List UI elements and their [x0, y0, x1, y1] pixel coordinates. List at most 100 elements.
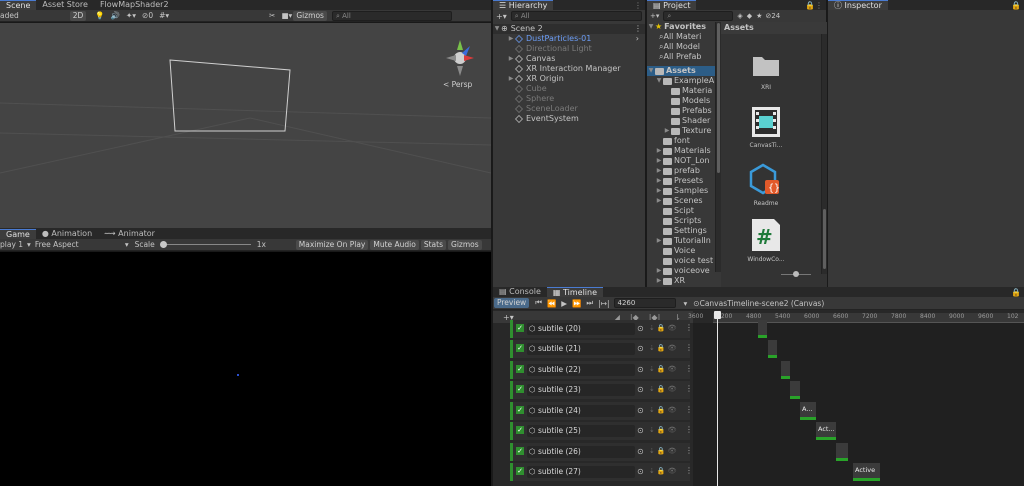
expand-arrow-icon[interactable]: ▶ [655, 186, 663, 196]
asset-windowcontrol[interactable]: # WindowCo... [743, 218, 789, 263]
2d-toggle[interactable]: 2D [69, 10, 87, 21]
activation-clip[interactable] [768, 340, 777, 358]
activation-clip[interactable] [836, 443, 848, 461]
project-folder[interactable]: ▶ TutorialIn [647, 236, 715, 246]
track-menu-icon[interactable]: ⋮ [685, 446, 693, 455]
activation-clip[interactable]: A... [800, 402, 816, 420]
project-folder[interactable]: ▶ voiceove [647, 266, 715, 276]
track-enabled-checkbox[interactable]: ✓ [516, 385, 524, 393]
tab-flowmapshader2[interactable]: FlowMapShader2 [94, 0, 175, 10]
favorites-header[interactable]: ▼ ★ Favorites [647, 22, 715, 32]
track-binding-field[interactable]: ⬡ subtile (22) [527, 364, 635, 376]
target-picker-icon[interactable]: ⊙ [637, 344, 644, 353]
game-gizmos-button[interactable]: Gizmos [448, 239, 482, 250]
aspect-dropdown[interactable]: Free Aspect [35, 240, 125, 249]
shading-mode-dropdown[interactable]: aded [0, 11, 19, 20]
expand-arrow-icon[interactable]: ▶ [655, 176, 663, 186]
track-menu-icon[interactable]: ⋮ [685, 343, 693, 352]
track-enabled-checkbox[interactable]: ✓ [516, 324, 524, 332]
timeline-chevron-icon[interactable]: ▾ [684, 299, 688, 308]
track-menu-icon[interactable]: ⋮ [685, 384, 693, 393]
project-folder[interactable]: ▶ Presets [647, 176, 715, 186]
track-enabled-checkbox[interactable]: ✓ [516, 406, 524, 414]
audio-icon[interactable]: 🔊 [111, 11, 120, 20]
scene-expand-arrow-icon[interactable]: ▼ [493, 24, 501, 34]
next-frame-icon[interactable]: ⏩ [572, 299, 581, 308]
track-lock-mute-icons[interactable]: ⇣🔒👁 [649, 467, 678, 475]
project-search-input[interactable]: ⌕ [663, 11, 734, 21]
hierarchy-item[interactable]: ▶ DustParticles-01 › [507, 34, 645, 44]
activation-clip[interactable] [781, 361, 790, 379]
project-tree-scroll-thumb[interactable] [717, 23, 720, 173]
project-folder[interactable]: Prefabs [647, 106, 715, 116]
hierarchy-item[interactable]: XR Interaction Manager [507, 64, 645, 74]
tab-scene[interactable]: Scene [0, 0, 37, 10]
timeline-lock-icon[interactable]: 🔒 [1011, 288, 1024, 297]
preview-button[interactable]: Preview [494, 298, 530, 308]
track-enabled-checkbox[interactable]: ✓ [516, 365, 524, 373]
hierarchy-menu-icon[interactable]: ⋮ [634, 1, 645, 10]
track-binding-field[interactable]: ⬡ subtile (23) [527, 384, 635, 396]
track-menu-icon[interactable]: ⋮ [685, 466, 693, 475]
project-folder[interactable]: ▶ NOT_Lon [647, 156, 715, 166]
track-binding-field[interactable]: ⬡ subtile (25) [527, 425, 635, 437]
project-folder[interactable]: ▼ ExampleA [647, 76, 715, 86]
track-menu-icon[interactable]: ⋮ [685, 405, 693, 414]
project-folder[interactable]: ▶ Materials [647, 146, 715, 156]
playhead-handle[interactable] [714, 311, 721, 319]
asset-readme[interactable]: {} Readme [746, 162, 786, 207]
project-folder[interactable]: Voice [647, 246, 715, 256]
effects-icon[interactable]: ✦▾ [126, 11, 136, 20]
scene-search-input[interactable]: ⌕ All [331, 10, 452, 21]
timeline-track[interactable]: ✓ ⬡ subtile (27) ⊙ ⇣🔒👁 ⋮ [510, 463, 693, 481]
target-picker-icon[interactable]: ⊙ [637, 365, 644, 374]
game-viewport[interactable] [0, 252, 491, 486]
project-folder[interactable]: Settings [647, 226, 715, 236]
timeline-track[interactable]: ✓ ⬡ subtile (21) ⊙ ⇣🔒👁 ⋮ [510, 340, 693, 358]
favorite-star-icon[interactable]: ★ [756, 12, 762, 20]
favorites-item[interactable]: ⌕ All Materi [647, 32, 715, 42]
scene-viewport[interactable]: < Persp [0, 23, 491, 228]
project-folder[interactable]: Models [647, 96, 715, 106]
tab-console[interactable]: ▤ Console [493, 287, 547, 297]
activation-clip[interactable] [790, 381, 800, 399]
assets-root[interactable]: ▼ Assets [647, 66, 715, 76]
expand-arrow-icon[interactable]: ▶ [507, 54, 515, 64]
project-folder[interactable]: Materia [647, 86, 715, 96]
track-lock-mute-icons[interactable]: ⇣🔒👁 [649, 447, 678, 455]
inspector-lock-icon[interactable]: 🔒 [1011, 1, 1024, 10]
scene-menu-icon[interactable]: ⋮ [634, 24, 645, 34]
timeline-track[interactable]: ✓ ⬡ subtile (23) ⊙ ⇣🔒👁 ⋮ [510, 381, 693, 399]
expand-arrow-icon[interactable]: ▼ [655, 76, 663, 86]
track-lock-mute-icons[interactable]: ⇣🔒👁 [649, 406, 678, 414]
goto-end-icon[interactable]: ⏭ [586, 298, 593, 308]
expand-arrow-icon[interactable]: ▶ [655, 196, 663, 206]
scale-slider[interactable] [159, 240, 251, 250]
project-folder[interactable]: ▶ Samples [647, 186, 715, 196]
tab-hierarchy[interactable]: ☰ Hierarchy [493, 0, 554, 10]
target-picker-icon[interactable]: ⊙ [637, 447, 644, 456]
persp-label[interactable]: < Persp [443, 80, 472, 89]
tools-icon[interactable]: ✂ [269, 11, 275, 20]
favorites-item[interactable]: ⌕ All Model [647, 42, 715, 52]
track-lock-mute-icons[interactable]: ⇣🔒👁 [649, 426, 678, 434]
hierarchy-item[interactable]: Cube [507, 84, 645, 94]
project-folder[interactable]: ▶ Texture [647, 126, 715, 136]
light-icon[interactable]: 💡 [95, 11, 104, 20]
track-binding-field[interactable]: ⬡ subtile (24) [527, 405, 635, 417]
project-folder[interactable]: Scripts [647, 216, 715, 226]
activation-clip[interactable]: Active [853, 463, 880, 481]
tab-project[interactable]: ▤ Project [647, 0, 697, 10]
grid-icon[interactable]: #▾ [159, 11, 169, 20]
track-enabled-checkbox[interactable]: ✓ [516, 344, 524, 352]
tab-timeline[interactable]: ▦ Timeline [546, 287, 603, 297]
track-enabled-checkbox[interactable]: ✓ [516, 447, 524, 455]
timeline-track[interactable]: ✓ ⬡ subtile (25) ⊙ ⇣🔒👁 ⋮ [510, 422, 693, 440]
hierarchy-item[interactable]: ▶ Canvas [507, 54, 645, 64]
project-folder[interactable]: ▶ XR [647, 276, 715, 286]
maximize-on-play-button[interactable]: Maximize On Play [295, 239, 369, 250]
assets-grid-scroll-thumb[interactable] [823, 209, 826, 269]
hierarchy-search-input[interactable]: ⌕ All [510, 11, 642, 21]
project-lock-icon[interactable]: 🔒⋮ [805, 1, 826, 10]
prev-frame-icon[interactable]: ⏪ [547, 299, 556, 308]
